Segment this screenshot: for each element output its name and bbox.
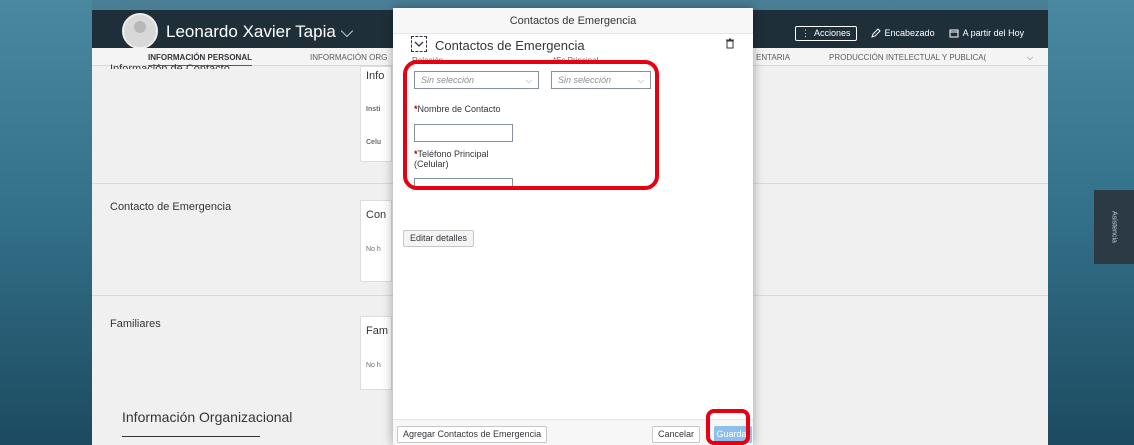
add-emergency-contact-button[interactable]: Agregar Contactos de Emergencia: [397, 426, 548, 443]
person-name[interactable]: Leonardo Xavier Tapia ⌵: [166, 22, 353, 42]
tab-informacion-org[interactable]: INFORMACIÓN ORG: [310, 53, 387, 62]
familiares-card: Fam No h: [360, 316, 392, 390]
familiares-card-title: Fam: [366, 325, 388, 337]
actions-label: Acciones: [814, 28, 851, 38]
tab-produccion-intelectual[interactable]: PRODUCCIÓN INTELECTUAL Y PUBLICA(: [829, 53, 986, 62]
emergency-card: Con No h: [360, 200, 392, 282]
save-highlight: [706, 409, 750, 445]
date-picker-button[interactable]: A partir del Hoy: [949, 28, 1025, 38]
dialog-footer: Agregar Contactos de Emergencia Cancelar…: [393, 419, 753, 445]
more-vertical-icon: ⋮: [801, 27, 810, 38]
cancel-button[interactable]: Cancelar: [652, 426, 701, 443]
org-heading-underline: [122, 436, 260, 437]
tab-informacion-personal[interactable]: INFORMACIÓN PERSONAL: [148, 53, 252, 67]
dialog-title: Contactos de Emergencia: [393, 8, 753, 34]
emergency-card-note: No h: [366, 246, 381, 253]
pencil-icon: [870, 28, 881, 38]
chevron-down-icon: [414, 41, 424, 47]
header-edit-button[interactable]: Encabezado: [870, 28, 935, 38]
contact-info-label: Información de Contacto: [110, 63, 230, 69]
date-label: A partir del Hoy: [962, 28, 1025, 38]
header-actions: ⋮ Acciones Encabezado A partir del Hoy: [795, 24, 1024, 42]
tabs-overflow-icon[interactable]: ⌵: [1027, 53, 1033, 63]
background-left: [0, 0, 92, 445]
contact-card-cel: Celu: [366, 139, 382, 146]
section-title: Contactos de Emergencia: [435, 38, 585, 53]
avatar[interactable]: [122, 13, 158, 49]
emergency-label: Contacto de Emergencia: [110, 201, 232, 213]
familiares-card-note: No h: [366, 362, 381, 369]
collapse-toggle[interactable]: [411, 36, 427, 52]
contact-card: Info Insti Celu: [360, 66, 392, 162]
contact-card-inst: Insti: [366, 106, 381, 113]
familiares-label: Familiares: [110, 318, 161, 330]
edit-details-button[interactable]: Editar detalles: [403, 230, 475, 247]
org-heading: Información Organizacional: [122, 409, 293, 425]
calendar-icon: [949, 29, 959, 38]
contact-card-title: Info: [366, 70, 385, 82]
header-edit-label: Encabezado: [884, 28, 935, 38]
form-highlight: [403, 60, 659, 190]
actions-button[interactable]: ⋮ Acciones: [795, 25, 857, 41]
emergency-card-title: Con: [366, 209, 387, 221]
trash-icon[interactable]: [725, 38, 735, 49]
tab-complementaria[interactable]: ENTARIA: [756, 53, 790, 62]
side-assist-handle[interactable]: Asistencia: [1094, 190, 1134, 264]
